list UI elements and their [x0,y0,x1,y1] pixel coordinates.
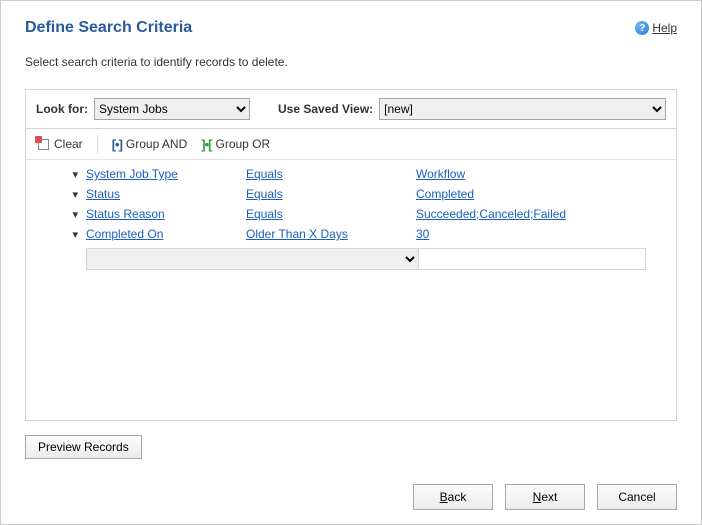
preview-records-button[interactable]: Preview Records [25,435,142,459]
clear-label: Clear [54,137,83,151]
criteria-field-link[interactable]: Status Reason [86,207,165,221]
criteria-operator-link[interactable]: Equals [246,167,283,181]
criteria-operator-link[interactable]: Older Than X Days [246,227,348,241]
criteria-field-link[interactable]: Status [86,187,120,201]
criteria-operator-link[interactable]: Equals [246,207,283,221]
new-criteria-row [86,248,646,270]
lookup-row: Look for: System Jobs Use Saved View: [n… [26,90,676,129]
criteria-panel: Look for: System Jobs Use Saved View: [n… [25,89,677,421]
group-or-button[interactable]: ]•[ Group OR [201,137,270,152]
criteria-field-link[interactable]: System Job Type [86,167,178,181]
clear-button[interactable]: Clear [36,137,83,151]
criteria-row: ▾ Status Reason Equals Succeeded;Cancele… [26,204,646,224]
chevron-down-icon[interactable]: ▾ [72,168,78,181]
criteria-operator-link[interactable]: Equals [246,187,283,201]
lookfor-label: Look for: [36,102,88,116]
savedview-select[interactable]: [new] [379,98,666,120]
cancel-button[interactable]: Cancel [597,484,677,510]
group-and-label: Group AND [126,137,187,151]
chevron-down-icon[interactable]: ▾ [72,188,78,201]
chevron-down-icon[interactable]: ▾ [72,228,78,241]
criteria-value-link[interactable]: Workflow [416,167,465,181]
savedview-label: Use Saved View: [278,102,373,116]
footer-buttons: Back Next Cancel [413,484,677,510]
help-icon: ? [635,21,649,35]
group-or-label: Group OR [215,137,270,151]
clear-icon [36,137,50,151]
criteria-row: ▾ System Job Type Equals Workflow [26,164,646,184]
next-button[interactable]: Next [505,484,585,510]
criteria-field-link[interactable]: Completed On [86,227,163,241]
lookfor-select[interactable]: System Jobs [94,98,250,120]
criteria-value-link[interactable]: 30 [416,227,429,241]
back-button[interactable]: Back [413,484,493,510]
page-title: Define Search Criteria [25,19,192,37]
help-link[interactable]: ? Help [635,21,677,35]
criteria-value-link[interactable]: Completed [416,187,474,201]
help-text: Help [652,21,677,35]
new-field-select[interactable] [87,249,419,269]
instruction-text: Select search criteria to identify recor… [25,55,677,69]
criteria-body: ▾ System Job Type Equals Workflow ▾ Stat… [26,160,676,420]
chevron-down-icon[interactable]: ▾ [72,208,78,221]
new-value-blank [419,249,645,269]
criteria-row: ▾ Status Equals Completed [26,184,646,204]
toolbar-separator [97,135,98,153]
group-and-icon: [•] [112,137,122,152]
group-or-icon: ]•[ [201,137,211,152]
criteria-row: ▾ Completed On Older Than X Days 30 [26,224,646,244]
criteria-toolbar: Clear [•] Group AND ]•[ Group OR [26,129,676,160]
group-and-button[interactable]: [•] Group AND [112,137,188,152]
criteria-value-link[interactable]: Succeeded;Canceled;Failed [416,207,566,221]
